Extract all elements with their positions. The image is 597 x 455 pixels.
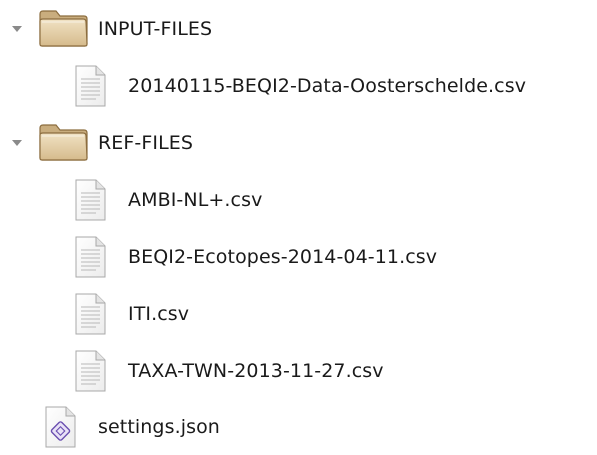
folder-icon (37, 8, 89, 48)
tree-row-taxa-file[interactable]: TAXA-TWN-2013-11-27.csv (0, 342, 597, 399)
file-label: ITI.csv (128, 302, 190, 325)
file-label: settings.json (98, 415, 220, 438)
tree-row-iti-file[interactable]: ITI.csv (0, 285, 597, 342)
tree-row-input-files[interactable]: INPUT-FILES (0, 0, 597, 57)
file-label: TAXA-TWN-2013-11-27.csv (128, 359, 384, 382)
json-file-icon (42, 405, 78, 449)
text-file-icon (72, 64, 108, 108)
tree-row-settings-file[interactable]: settings.json (0, 398, 597, 455)
tree-row-data-file[interactable]: 20140115-BEQI2-Data-Oosterschelde.csv (0, 57, 597, 114)
folder-label: REF-FILES (98, 131, 194, 154)
tree-row-ambi-file[interactable]: AMBI-NL+.csv (0, 171, 597, 228)
file-label: AMBI-NL+.csv (128, 188, 263, 211)
expander-down-icon[interactable] (12, 139, 22, 146)
tree-row-ref-files[interactable]: REF-FILES (0, 114, 597, 171)
text-file-icon (72, 292, 108, 336)
file-tree: INPUT-FILES 20140115-BEQI2-Data-Oostersc… (0, 0, 597, 448)
expander-down-icon[interactable] (12, 25, 22, 32)
file-label: 20140115-BEQI2-Data-Oosterschelde.csv (128, 74, 527, 97)
text-file-icon (72, 178, 108, 222)
folder-icon (37, 122, 89, 162)
text-file-icon (72, 349, 108, 393)
folder-label: INPUT-FILES (98, 17, 213, 40)
tree-row-ecotopes-file[interactable]: BEQI2-Ecotopes-2014-04-11.csv (0, 228, 597, 285)
text-file-icon (72, 235, 108, 279)
file-label: BEQI2-Ecotopes-2014-04-11.csv (128, 245, 438, 268)
